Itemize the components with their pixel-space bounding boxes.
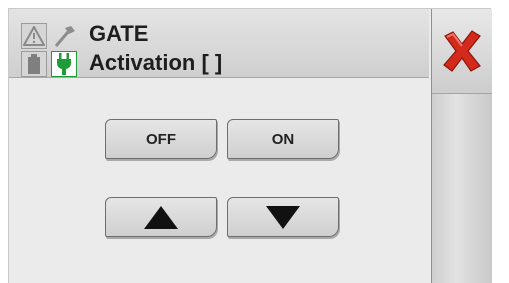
arrow-up-icon <box>144 205 178 229</box>
close-button[interactable] <box>432 9 492 94</box>
device-frame: GATE Activation [ ] OFF ON <box>0 0 509 283</box>
close-icon <box>443 30 481 72</box>
up-button[interactable] <box>105 197 217 237</box>
hammer-icon <box>51 23 77 49</box>
battery-icon <box>21 51 47 77</box>
arrow-down-icon <box>266 205 300 229</box>
plug-icon <box>51 51 77 77</box>
header-bar: GATE Activation [ ] <box>9 9 429 78</box>
screen: GATE Activation [ ] OFF ON <box>8 8 492 283</box>
page-title: GATE <box>89 21 149 46</box>
warning-icon <box>21 23 47 49</box>
down-button[interactable] <box>227 197 339 237</box>
on-button[interactable]: ON <box>227 119 339 159</box>
activation-status: Activation [ ] <box>89 50 223 75</box>
off-button[interactable]: OFF <box>105 119 217 159</box>
side-panel <box>431 9 492 283</box>
